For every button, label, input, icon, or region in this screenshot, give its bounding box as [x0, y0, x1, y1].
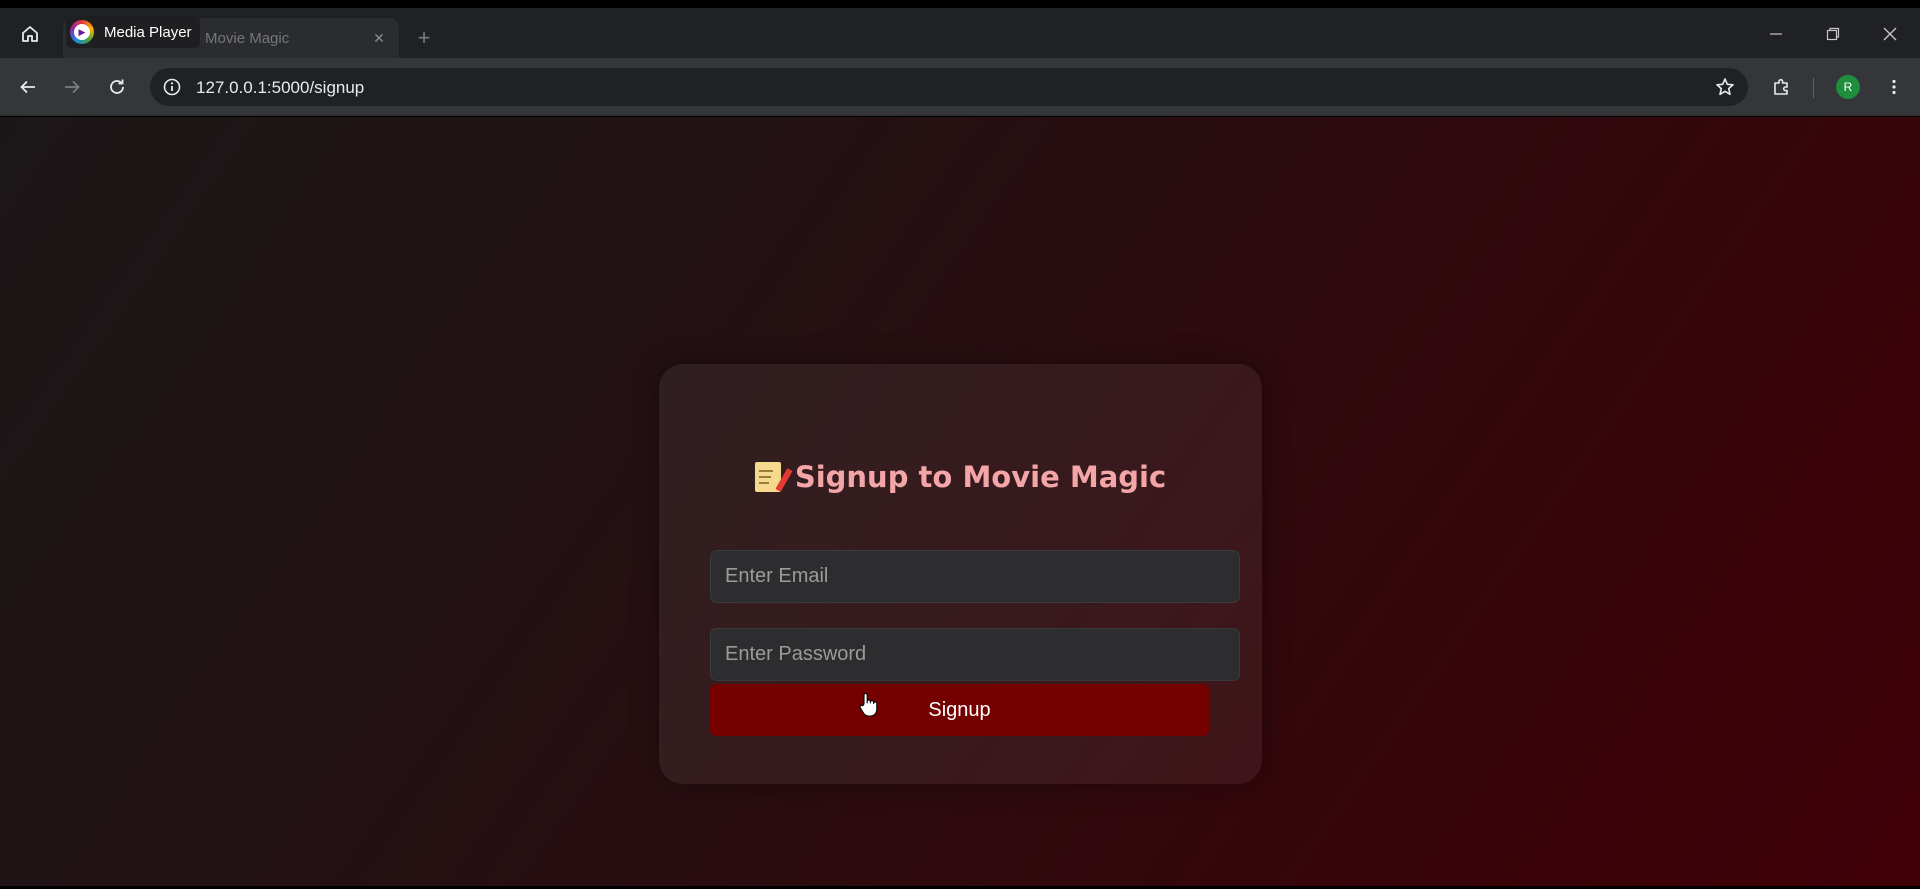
close-icon	[1883, 27, 1897, 41]
restore-button[interactable]	[1811, 20, 1855, 54]
site-info-button[interactable]	[162, 77, 182, 97]
hand-cursor-icon	[859, 692, 878, 717]
tab-bar: Signup - Movie Magic ✕ ▶ Media Player +	[0, 8, 1920, 58]
forward-button[interactable]	[56, 71, 88, 103]
password-field[interactable]	[710, 628, 1240, 681]
media-player-label: ▶ Media Player	[66, 16, 200, 48]
minimize-icon	[1770, 33, 1782, 35]
signup-card: Signup to Movie Magic Signup	[659, 364, 1262, 784]
email-field[interactable]	[710, 550, 1240, 603]
memo-icon	[754, 462, 793, 492]
page-viewport: Signup to Movie Magic Signup	[0, 117, 1920, 886]
tab-close-icon[interactable]: ✕	[371, 30, 387, 46]
browser-menu-button[interactable]	[1880, 73, 1908, 101]
reload-button[interactable]	[101, 71, 133, 103]
profile-avatar[interactable]: R	[1836, 75, 1860, 99]
back-icon	[20, 80, 35, 94]
restore-icon	[1826, 27, 1840, 41]
home-icon	[22, 26, 38, 42]
url-text[interactable]: 127.0.0.1:5000/signup	[196, 78, 364, 98]
extensions-button[interactable]	[1768, 73, 1796, 101]
extensions-icon	[1774, 78, 1788, 95]
back-button[interactable]	[12, 71, 44, 103]
address-bar[interactable]: 127.0.0.1:5000/signup	[150, 68, 1748, 106]
window-top-edge	[0, 0, 1920, 8]
toolbar-divider	[1813, 78, 1814, 98]
media-player-title: Media Player	[104, 23, 192, 41]
minimize-button[interactable]	[1754, 20, 1798, 54]
home-button[interactable]	[14, 18, 46, 50]
bookmark-button[interactable]	[1714, 76, 1736, 98]
browser-toolbar: 127.0.0.1:5000/signup R	[0, 58, 1920, 116]
signup-heading: Signup to Movie Magic	[659, 460, 1262, 494]
signup-button[interactable]: Signup	[710, 684, 1209, 736]
star-icon	[1716, 78, 1734, 96]
menu-icon	[1892, 79, 1896, 95]
close-window-button[interactable]	[1868, 20, 1912, 54]
forward-icon	[65, 80, 80, 94]
media-player-logo-icon: ▶	[70, 20, 94, 44]
signup-title: Signup to Movie Magic	[794, 460, 1167, 494]
info-icon	[163, 78, 181, 96]
new-tab-button[interactable]: +	[410, 24, 438, 52]
reload-icon	[110, 79, 124, 94]
